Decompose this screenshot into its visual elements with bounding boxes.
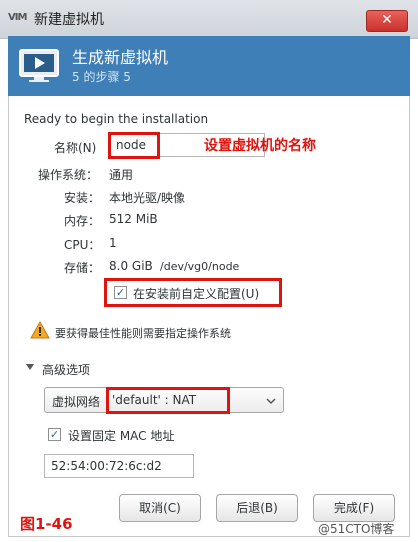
app-logo-icon: VIM	[8, 12, 27, 23]
mac-checkbox-label[interactable]: 设置固定 MAC 地址	[68, 427, 174, 444]
memory-label: 内存：	[64, 214, 101, 228]
ready-text: Ready to begin the installation	[24, 112, 209, 126]
warning-icon	[30, 321, 50, 339]
cpu-label: CPU：	[64, 238, 101, 252]
wizard-step: 5 的步骤 5	[72, 70, 131, 84]
mac-address-value: 52:54:00:72:6c:d2	[51, 459, 162, 473]
os-value: 通用	[109, 168, 134, 182]
cancel-button[interactable]: 取消(C)	[119, 494, 201, 522]
name-annotation: 设置虚拟机的名称	[204, 138, 316, 154]
memory-value: 512 MiB	[109, 212, 158, 226]
mac-address-input[interactable]: 52:54:00:72:6c:d2	[44, 454, 194, 478]
mac-checkbox[interactable]: ✓	[48, 428, 61, 441]
figure-label: 图1-46	[20, 515, 73, 533]
wizard-header: 生成新虚拟机 5 的步骤 5	[8, 36, 410, 96]
storage-path: /dev/vg0/node	[160, 260, 240, 273]
warning-text: 要获得最佳性能则需要指定操作系统	[55, 327, 231, 340]
install-label: 安装：	[64, 191, 101, 205]
network-label: 虚拟网络	[52, 395, 101, 409]
title-bar: VIM 新建虚拟机 ✕	[0, 0, 418, 39]
storage-label: 存储：	[64, 261, 101, 275]
chevron-down-icon	[266, 398, 276, 405]
install-value: 本地光驱/映像	[109, 191, 186, 205]
customize-label[interactable]: 在安装前自定义配置(U)	[133, 285, 259, 302]
name-highlight-box	[108, 132, 160, 159]
os-label: 操作系统：	[38, 168, 99, 182]
customize-checkbox[interactable]: ✓	[114, 286, 127, 299]
name-label: 名称(N)	[54, 141, 97, 155]
wizard-title: 生成新虚拟机	[72, 48, 169, 67]
advanced-options-expander[interactable]: 高级选项	[42, 361, 90, 378]
close-button[interactable]: ✕	[366, 10, 408, 32]
storage-value: 8.0 GiB	[109, 259, 153, 273]
expander-arrow-icon[interactable]	[26, 364, 34, 370]
finish-button[interactable]: 完成(F)	[313, 494, 395, 522]
cpu-value: 1	[109, 236, 117, 250]
back-button[interactable]: 后退(B)	[216, 494, 298, 522]
window-title: 新建虚拟机	[34, 12, 104, 28]
monitor-play-icon	[19, 49, 59, 82]
network-value: 'default' : NAT	[112, 393, 197, 407]
watermark: @51CTO博客	[318, 522, 395, 536]
